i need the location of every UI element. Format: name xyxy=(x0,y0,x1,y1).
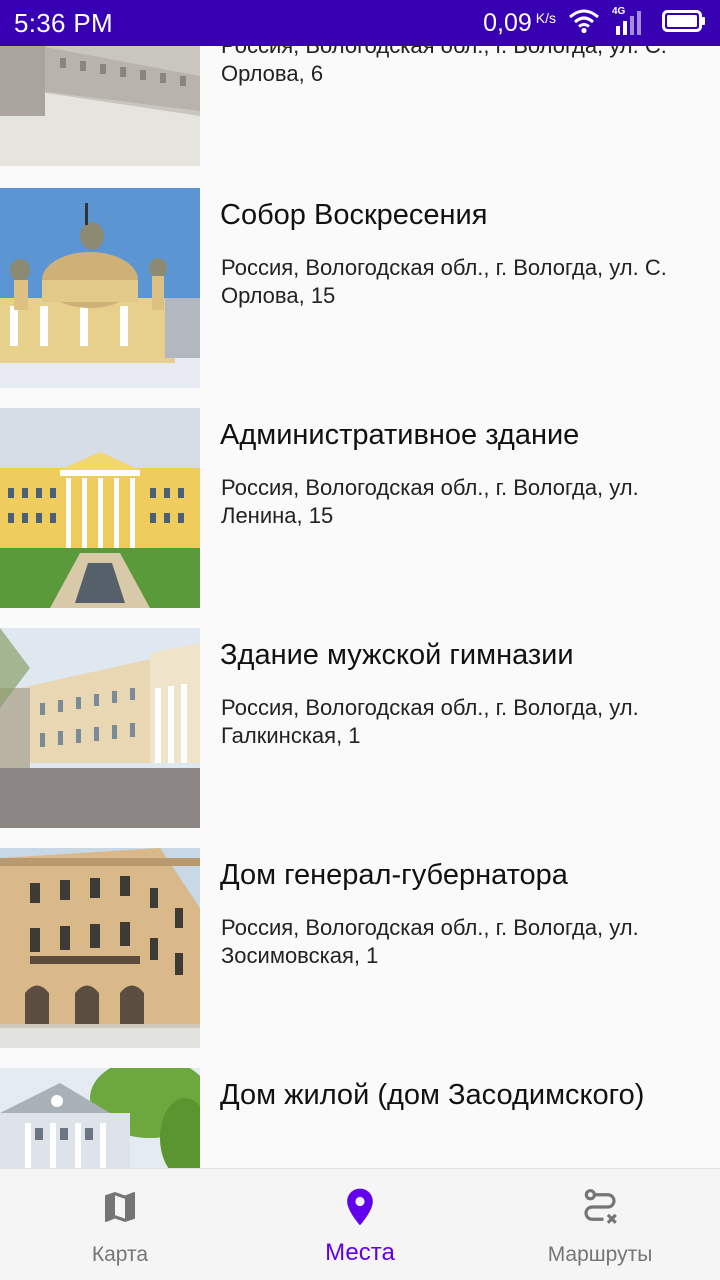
place-address: Россия, Вологодская обл., г. Вологда, ул… xyxy=(221,255,667,308)
status-icons: 0,09 K/s 4G xyxy=(483,6,706,39)
place-photo xyxy=(0,188,200,388)
battery-icon xyxy=(662,9,706,38)
place-title: Дом генерал-губернатора xyxy=(220,859,568,891)
place-photo xyxy=(0,628,200,828)
place-photo xyxy=(0,1068,200,1168)
nav-item-places[interactable]: Места xyxy=(240,1169,480,1280)
network-speed-value: 0,09 xyxy=(483,8,532,37)
nav-label-routes: Маршруты xyxy=(547,1243,653,1266)
nav-item-routes[interactable]: Маршруты xyxy=(480,1169,720,1280)
place-address: Россия, Вологодская обл., г. Вологда, ул… xyxy=(221,475,639,528)
wifi-icon xyxy=(568,8,600,39)
route-icon xyxy=(578,1185,622,1229)
place-item[interactable]: Дом жилой (дом Засодимского) xyxy=(0,1068,720,1168)
place-title: Здание мужской гимназии xyxy=(220,639,574,671)
place-photo xyxy=(0,408,200,608)
places-list[interactable]: Россия, Вологодская обл., г. Вологда, ул… xyxy=(0,46,720,1168)
place-item[interactable]: Россия, Вологодская обл., г. Вологда, ул… xyxy=(0,46,720,166)
status-time: 5:36 PM xyxy=(14,7,113,38)
place-title: Административное здание xyxy=(220,419,580,451)
nav-label-map: Карта xyxy=(91,1243,149,1266)
place-photo xyxy=(0,46,200,166)
place-title: Дом жилой (дом Засодимского) xyxy=(220,1079,645,1111)
place-item[interactable]: Здание мужской гимназии Россия, Вологодс… xyxy=(0,628,720,828)
network-speed-unit: K/s xyxy=(535,9,556,26)
place-address: Россия, Вологодская обл., г. Вологда, ул… xyxy=(221,46,667,86)
place-address: Россия, Вологодская обл., г. Вологда, ул… xyxy=(221,695,639,748)
network-speed: 0,09 K/s xyxy=(483,9,556,38)
nav-label-places: Места xyxy=(325,1239,395,1266)
place-item[interactable]: Собор Воскресения Россия, Вологодская об… xyxy=(0,188,720,388)
map-icon xyxy=(98,1185,142,1229)
place-title: Собор Воскресения xyxy=(220,199,488,231)
bottom-navigation: Карта Места Маршруты xyxy=(0,1168,720,1280)
place-marker-icon xyxy=(338,1185,382,1229)
signal-icon: 4G xyxy=(612,6,650,36)
place-item[interactable]: Дом генерал-губернатора Россия, Вологодс… xyxy=(0,848,720,1048)
status-bar: 5:36 PM 0,09 K/s 4G xyxy=(0,0,720,46)
place-photo xyxy=(0,848,200,1048)
nav-item-map[interactable]: Карта xyxy=(0,1169,240,1280)
place-address: Россия, Вологодская обл., г. Вологда, ул… xyxy=(221,915,639,968)
place-item[interactable]: Административное здание Россия, Вологодс… xyxy=(0,408,720,608)
